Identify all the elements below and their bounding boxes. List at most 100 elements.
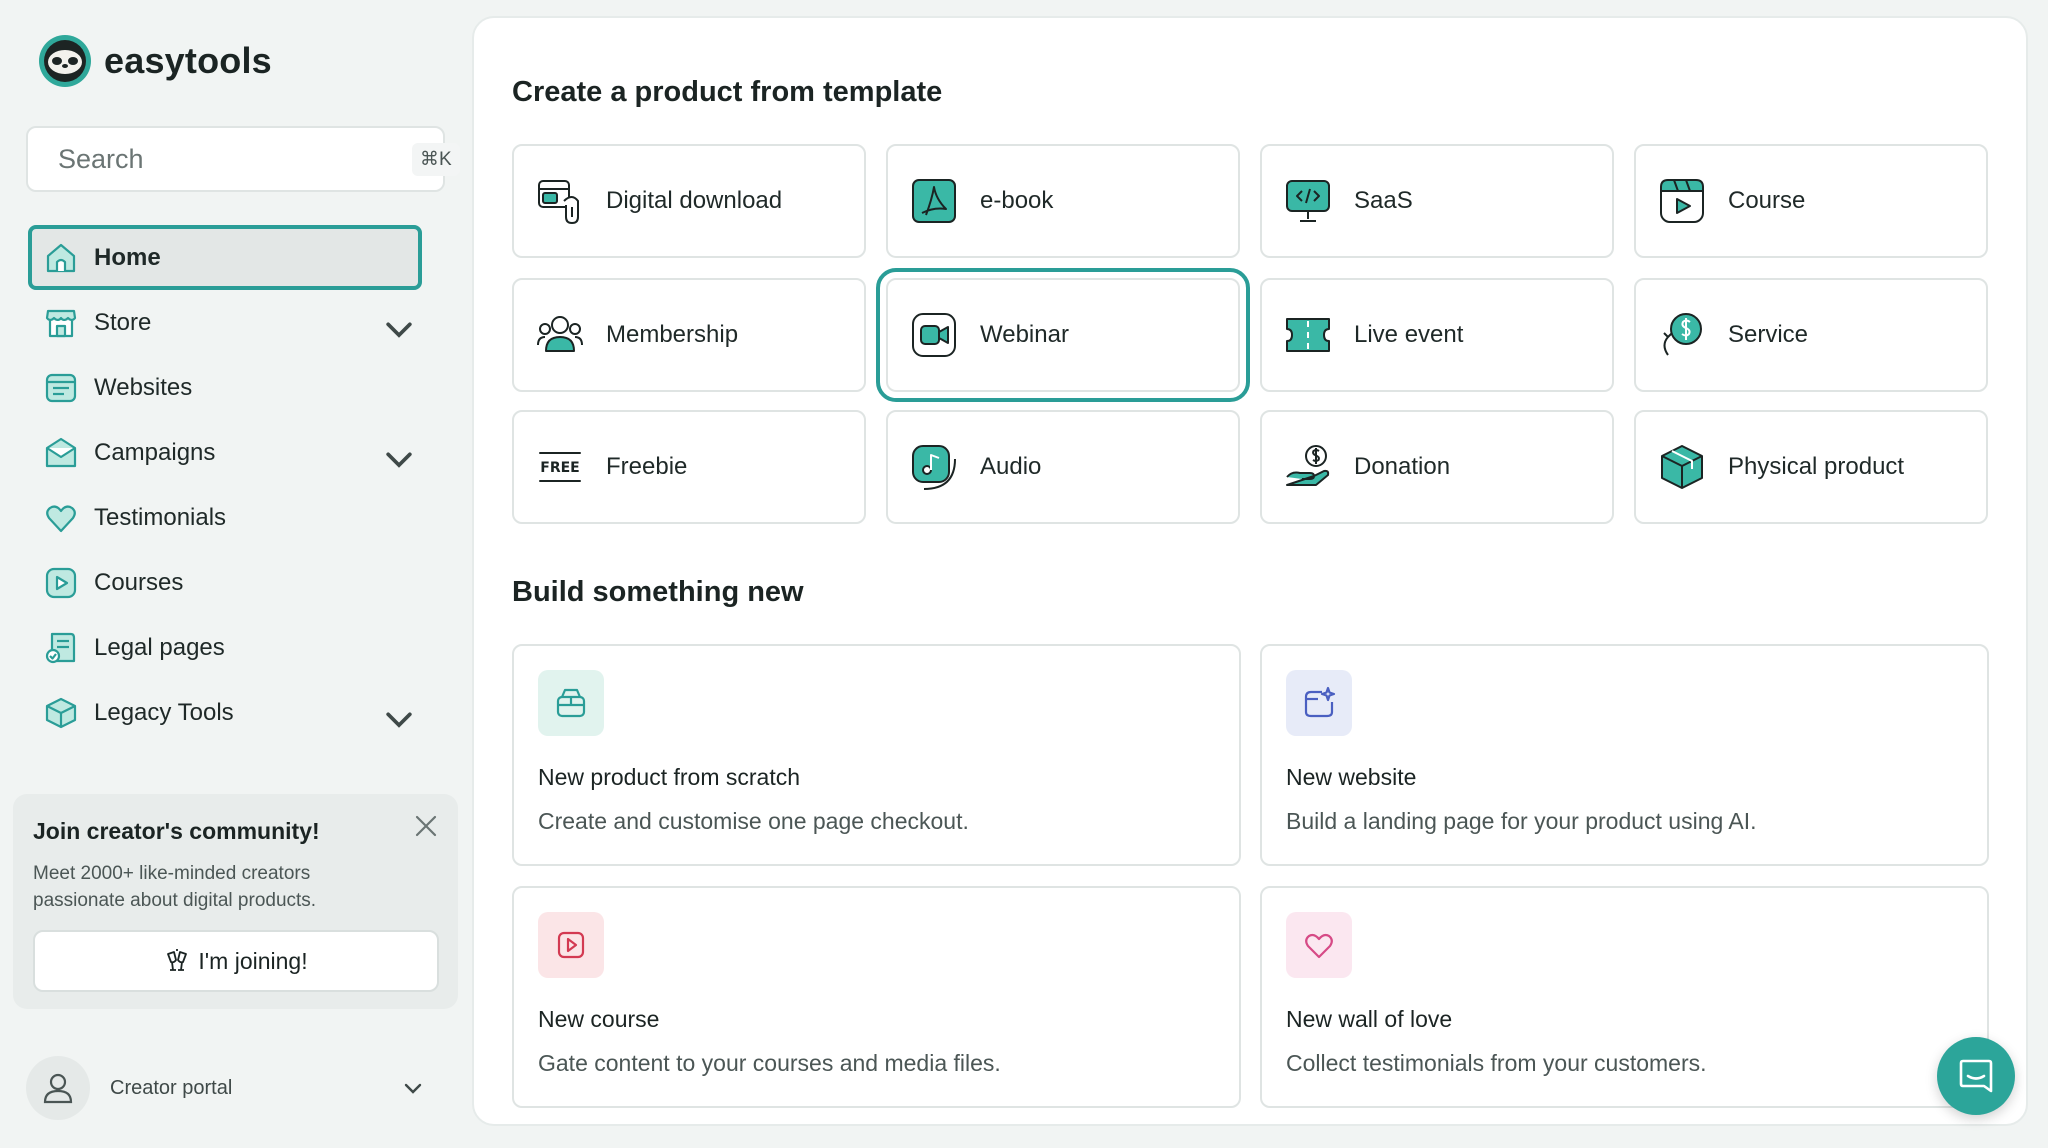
template-label: Membership (606, 321, 739, 348)
creator-portal-switcher[interactable]: Creator portal (26, 1056, 436, 1120)
sidebar-item-label: Testimonials (94, 503, 227, 531)
template-label: SaaS (1354, 187, 1413, 214)
play-icon (45, 567, 77, 598)
new-course-card[interactable]: New course Gate content to your courses … (512, 886, 1241, 1108)
sidebar-item-testimonials[interactable]: Testimonials (28, 485, 444, 550)
brand-name: easytools (104, 40, 272, 81)
chevron-down-icon[interactable] (382, 312, 416, 346)
template-webinar[interactable]: Webinar (876, 268, 1250, 402)
template-saas[interactable]: SaaS (1260, 144, 1614, 258)
template-ebook[interactable]: e-book (886, 144, 1240, 258)
build-icon-badge (538, 670, 604, 736)
free-icon: FREE (539, 452, 581, 482)
new-wall-of-love-card[interactable]: New wall of love Collect testimonials fr… (1260, 886, 1989, 1108)
build-icon-badge (1286, 912, 1352, 978)
sidebar-item-label: Campaigns (94, 438, 216, 466)
build-card-description: Collect testimonials from your customers… (1286, 1050, 1707, 1076)
sidebar-item-legal-pages[interactable]: Legal pages (28, 615, 444, 680)
digital-download-icon (538, 180, 579, 224)
template-label: Service (1728, 321, 1809, 348)
sidebar-item-label: Websites (94, 373, 193, 401)
chevron-down-icon[interactable] (382, 702, 416, 736)
sloth-logo-icon (39, 35, 91, 87)
sidebar-item-home[interactable]: Home (28, 225, 422, 290)
chevron-down-icon[interactable] (402, 1077, 424, 1099)
ai-website-icon (1304, 686, 1336, 718)
course-icon (1660, 179, 1704, 223)
heart-icon (46, 504, 76, 532)
legal-icon (45, 632, 76, 663)
template-audio[interactable]: Audio (886, 410, 1240, 524)
websites-icon (45, 373, 77, 402)
chat-icon (1959, 1059, 1993, 1093)
sidebar-item-legacy-tools[interactable]: Legacy Tools (28, 680, 444, 745)
template-membership[interactable]: Membership (512, 278, 866, 392)
new-website-card[interactable]: New website Build a landing page for you… (1260, 644, 1989, 866)
brand-logo[interactable]: easytools (38, 34, 272, 88)
store-icon (45, 309, 77, 337)
community-title: Join creator's community! (33, 818, 320, 844)
template-label: Webinar (980, 321, 1069, 348)
build-title: Build something new (512, 576, 804, 608)
membership-icon (537, 316, 583, 352)
video-play-icon (557, 931, 585, 959)
template-freebie[interactable]: FREE Freebie (512, 410, 866, 524)
search-shortcut: ⌘K (412, 142, 460, 176)
chevron-down-icon[interactable] (382, 442, 416, 476)
sidebar-item-store[interactable]: Store (28, 290, 444, 355)
sidebar-nav: Home Store Websites Campaigns Testimonia… (28, 225, 444, 745)
donation-icon (1286, 445, 1330, 486)
build-icon-badge (1286, 670, 1352, 736)
template-label: Audio (980, 453, 1042, 480)
search-box[interactable]: ⌘K (26, 126, 460, 192)
template-live-event[interactable]: Live event (1260, 278, 1614, 392)
campaigns-icon (45, 437, 77, 467)
sidebar-item-courses[interactable]: Courses (28, 550, 444, 615)
sidebar-item-campaigns[interactable]: Campaigns (28, 420, 444, 485)
template-physical-product[interactable]: Physical product (1634, 410, 1988, 524)
product-box-icon (556, 688, 586, 718)
pdf-icon (912, 179, 956, 223)
main-panel: Create a product from template Digital d… (472, 16, 2028, 1126)
build-card-title: New product from scratch (538, 764, 801, 790)
build-card-title: New website (1286, 764, 1417, 790)
build-card-description: Gate content to your courses and media f… (538, 1050, 1001, 1076)
sidebar-item-label: Legacy Tools (94, 698, 234, 726)
code-monitor-icon (1286, 180, 1330, 222)
sidebar: easytools ⌘K Home Store (0, 0, 470, 1148)
build-icon-badge (538, 912, 604, 978)
template-course[interactable]: Course (1634, 144, 1988, 258)
ticket-icon (1286, 318, 1330, 352)
service-icon (1663, 313, 1702, 356)
build-card-title: New course (538, 1006, 660, 1032)
template-service[interactable]: Service (1634, 278, 1988, 392)
webinar-icon (912, 313, 956, 357)
sidebar-item-websites[interactable]: Websites (28, 355, 444, 420)
search-input[interactable] (58, 143, 412, 175)
join-button-label: I'm joining! (198, 947, 308, 974)
community-card: Join creator's community! Meet 2000+ lik… (13, 794, 458, 1009)
templates-title: Create a product from template (512, 76, 943, 108)
join-community-button[interactable]: I'm joining! (33, 930, 439, 992)
avatar (26, 1056, 90, 1120)
template-label: Digital download (606, 187, 783, 214)
sidebar-item-label: Courses (94, 568, 184, 596)
new-product-card[interactable]: New product from scratch Create and cust… (512, 644, 1241, 866)
template-label: Physical product (1728, 453, 1905, 480)
template-label: Freebie (606, 453, 688, 480)
close-icon[interactable] (412, 812, 440, 840)
audio-icon (912, 445, 956, 490)
box-icon (45, 697, 77, 728)
template-label: Donation (1354, 453, 1451, 480)
cheers-icon (167, 949, 188, 971)
user-icon (43, 1073, 73, 1104)
creator-portal-label: Creator portal (110, 1076, 233, 1099)
template-digital-download[interactable]: Digital download (512, 144, 866, 258)
template-donation[interactable]: Donation (1260, 410, 1614, 524)
sidebar-item-label: Store (94, 308, 152, 336)
chat-launcher-button[interactable] (1937, 1037, 2015, 1115)
build-card-description: Create and customise one page checkout. (538, 808, 969, 834)
build-card-description: Build a landing page for your product us… (1286, 808, 1757, 834)
template-label: Course (1728, 187, 1806, 214)
svg-text:FREE: FREE (540, 460, 579, 476)
